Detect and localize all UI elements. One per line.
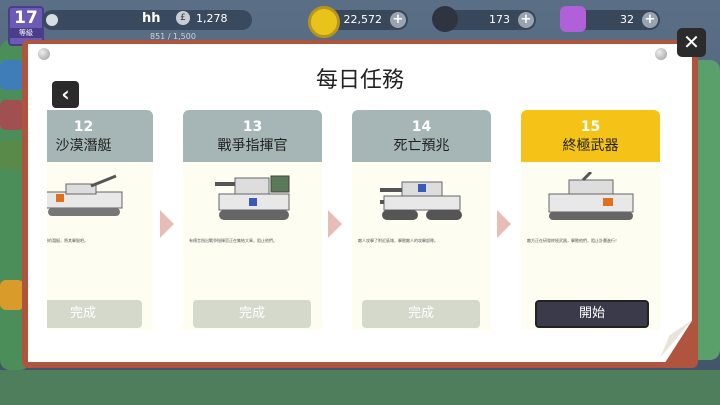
gem-value: 32 xyxy=(620,13,634,26)
chevron-right-icon xyxy=(160,210,174,238)
modal-title: 每日任務 xyxy=(315,68,404,93)
mission-card-14[interactable]: 14 死亡預兆 敵人攻擊了附近區域，擊敗敵人的攻擊部隊。 完成 xyxy=(352,110,491,330)
rank-icon: £ xyxy=(176,11,190,25)
close-button[interactable]: ✕ xyxy=(677,28,706,57)
pin-icon xyxy=(38,48,50,60)
gem-icon xyxy=(560,6,586,32)
mission-description: 敵人攻擊了附近區域，擊敗敵人的攻擊部隊。 xyxy=(358,238,438,243)
top-hud: 17 等級 hh £ 1,278 851 / 1,500 22,572 + 17… xyxy=(0,0,720,46)
mission-description: 敵方正在研發終極武器，擊敗他們，阻止計畫進行！ xyxy=(527,238,619,243)
card-header: 13 戰爭指揮官 xyxy=(183,110,322,162)
player-name: hh xyxy=(142,11,161,26)
card-header: 15 終極武器 xyxy=(521,110,660,162)
mission-name: 死亡預兆 xyxy=(393,138,450,154)
avatar-icon xyxy=(46,14,58,26)
bomb-counter: 173 + xyxy=(432,6,536,32)
mission-description: 有傳言指出戰爭指揮官正在集結大軍，阻止他們。 xyxy=(189,238,277,243)
bomb-value: 173 xyxy=(489,13,510,26)
mission-name: 戰爭指揮官 xyxy=(217,138,288,154)
gem-counter: 32 + xyxy=(560,6,660,32)
coin-value: 22,572 xyxy=(343,13,383,26)
mission-number: 14 xyxy=(411,119,432,135)
bomb-icon xyxy=(432,6,458,32)
mission-card-13[interactable]: 13 戰爭指揮官 有傳言指出戰爭指揮官正在集結大軍，阻止他們。 完成 xyxy=(183,110,322,330)
add-gems-button[interactable]: + xyxy=(642,12,658,28)
mission-complete-button[interactable]: 完成 xyxy=(362,300,480,328)
mission-complete-button[interactable]: 完成 xyxy=(193,300,311,328)
mission-name: 終極武器 xyxy=(562,138,619,154)
mission-start-button[interactable]: 開始 xyxy=(535,300,649,328)
tank-icon xyxy=(548,172,634,220)
coin-counter: 22,572 + xyxy=(308,6,408,38)
card-header: 14 死亡預兆 xyxy=(352,110,491,162)
mission-number: 15 xyxy=(580,119,601,135)
tank-icon xyxy=(215,175,290,220)
side-menu-button[interactable] xyxy=(0,140,24,170)
add-coins-button[interactable]: + xyxy=(390,12,406,28)
back-button[interactable]: ‹ xyxy=(52,81,79,108)
mission-number: 13 xyxy=(242,119,263,135)
mission-card-15[interactable]: 15 終極武器 敵方正在研發終極武器，擊敗他們，阻止計畫進行！ 開始 xyxy=(521,110,660,330)
coin-icon xyxy=(308,6,340,38)
tank-icon xyxy=(47,174,123,216)
tank-icon xyxy=(380,181,462,220)
rank-value: 1,278 xyxy=(196,12,228,25)
side-menu-button[interactable] xyxy=(0,280,24,310)
chevron-right-icon xyxy=(328,210,342,238)
background-ground xyxy=(0,370,720,405)
side-menu-button[interactable] xyxy=(0,100,24,130)
pin-icon xyxy=(655,48,667,60)
add-bombs-button[interactable]: + xyxy=(518,12,534,28)
level-number: 17 xyxy=(14,8,38,28)
level-label: 等級 xyxy=(10,28,42,38)
chevron-right-icon xyxy=(497,210,511,238)
